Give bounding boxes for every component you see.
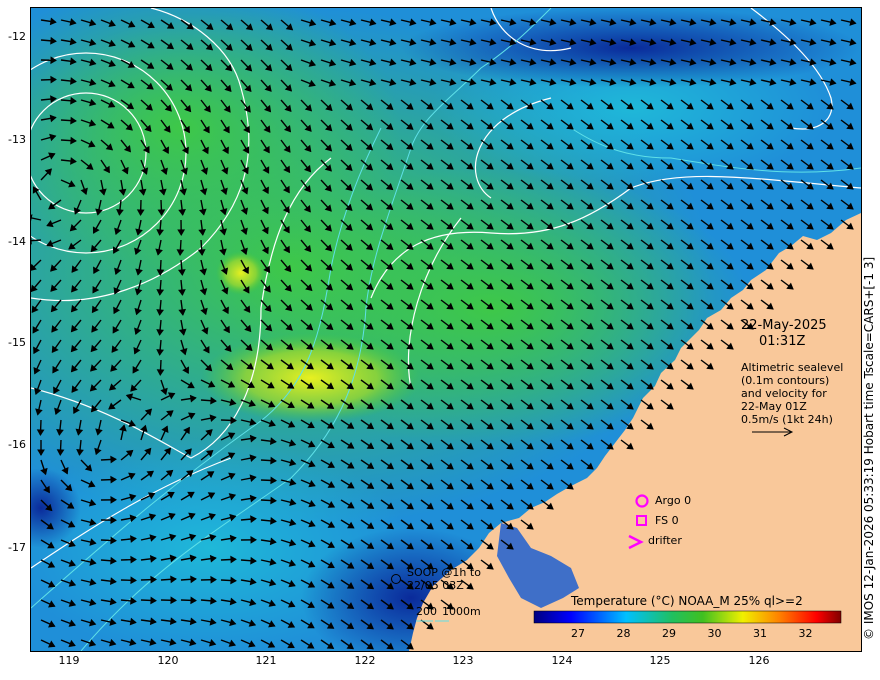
colorbar [533,610,842,624]
sst-warm-patch-2 [216,251,266,295]
x-tick-label: 122 [354,654,376,667]
y-tick-label: -13 [8,133,26,146]
soop-line-2: 22/05 03Z [407,579,464,592]
x-tick-label: 124 [551,654,573,667]
sst-map: 22-May-2025 01:31Z Altimetric sealevel (… [30,7,862,652]
y-tick-label: -16 [8,438,26,451]
argo-label: Argo 0 [655,494,692,507]
altimetry-line-4: 22-May 01Z [741,400,807,413]
map-time: 01:31Z [759,334,806,349]
x-tick-label: 125 [649,654,671,667]
altimetry-line-2: (0.1m contours) [741,374,830,387]
x-tick-label: 121 [255,654,277,667]
colorbar-title: Temperature (°C) NOAA_M 25% ql>=2 [571,594,803,608]
x-tick-label: 119 [58,654,80,667]
colorbar-tick-label: 29 [662,627,676,640]
y-tick-label: -14 [8,235,26,248]
colorbar-tick-label: 31 [753,627,767,640]
altimetry-line-5: 0.5m/s (1kt 24h) [741,413,833,426]
map-date: 22-May-2025 [741,318,827,333]
x-tick-label: 120 [157,654,179,667]
y-tick-label: -17 [8,541,26,554]
x-tick-label: 123 [452,654,474,667]
soop-line-1: SOOP @1h to [407,566,481,579]
altimetry-line-3: and velocity for [741,387,827,400]
depth-200-label: 200 [416,605,437,618]
colorbar-tick-label: 32 [798,627,813,640]
colorbar-tick-label: 27 [571,627,585,640]
colorbar-tick-label: 30 [707,627,722,640]
fs-label: FS 0 [655,514,679,527]
y-tick-label: -12 [8,30,26,43]
depth-1000-label: 1000m [442,605,481,618]
y-tick-label: -15 [8,336,26,349]
altimetry-line-1: Altimetric sealevel [741,361,844,374]
map-canvas [31,8,861,651]
colorbar-tick-label: 28 [616,627,631,640]
credit-text: © IMOS 12-Jan-2026 05:33:19 Hobart time … [862,256,876,640]
x-tick-label: 126 [748,654,770,667]
drifter-label: drifter [648,534,682,547]
